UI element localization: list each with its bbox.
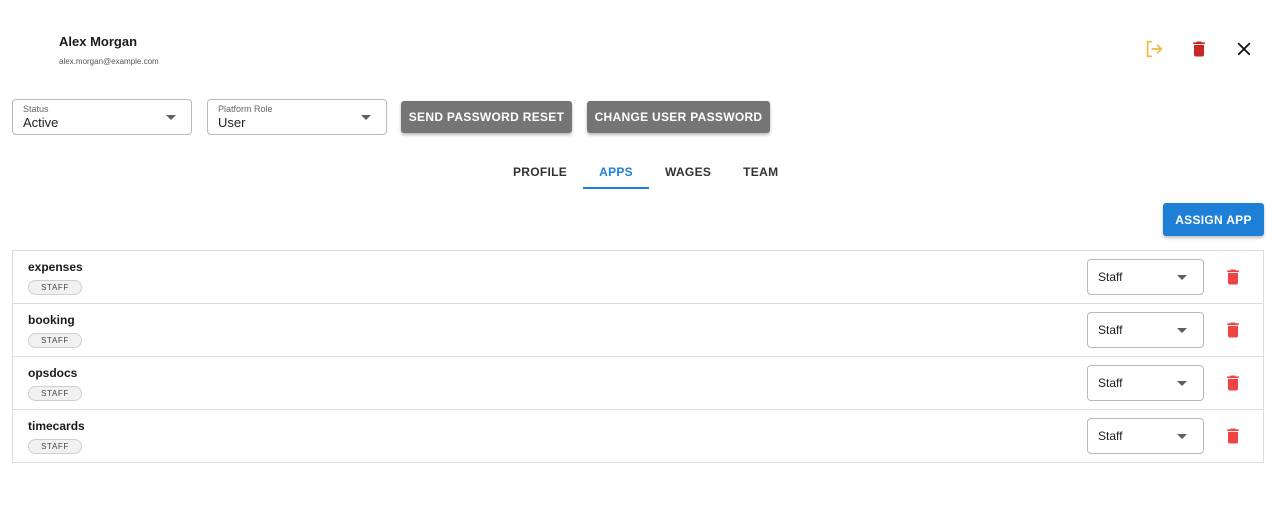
caret-down-icon — [1177, 275, 1187, 280]
app-name: expenses — [28, 260, 83, 274]
user-email: alex.morgan@example.com — [59, 57, 159, 66]
remove-app-button[interactable] — [1222, 425, 1244, 447]
list-item: timecards STAFF Staff — [13, 410, 1263, 462]
list-item: booking STAFF Staff — [13, 304, 1263, 357]
app-role-value: Staff — [1098, 270, 1123, 284]
close-icon — [1237, 42, 1251, 56]
platform-role-value: User — [218, 115, 246, 130]
caret-down-icon — [1177, 381, 1187, 386]
app-role-value: Staff — [1098, 376, 1123, 390]
list-item: opsdocs STAFF Staff — [13, 357, 1263, 410]
role-badge: STAFF — [28, 439, 82, 454]
platform-role-label: Platform Role — [218, 104, 273, 114]
app-list: expenses STAFF Staff booking STAFF Staff… — [12, 250, 1264, 463]
caret-down-icon — [361, 115, 371, 120]
tab-wages[interactable]: WAGES — [649, 155, 727, 189]
send-password-reset-button[interactable]: SEND PASSWORD RESET — [401, 101, 572, 133]
app-name: booking — [28, 313, 75, 327]
remove-app-button[interactable] — [1222, 372, 1244, 394]
app-role-select[interactable]: Staff — [1087, 312, 1204, 348]
tab-team[interactable]: TEAM — [727, 155, 794, 189]
role-badge: STAFF — [28, 386, 82, 401]
trash-icon — [1227, 428, 1239, 444]
tab-bar: PROFILE APPS WAGES TEAM — [497, 155, 794, 189]
status-select-value: Active — [23, 115, 59, 130]
remove-app-button[interactable] — [1222, 319, 1244, 341]
role-badge: STAFF — [28, 280, 82, 295]
trash-icon — [1227, 322, 1239, 338]
list-item: expenses STAFF Staff — [13, 251, 1263, 304]
platform-role-select[interactable]: Platform Role User — [207, 99, 387, 135]
app-role-select[interactable]: Staff — [1087, 365, 1204, 401]
app-role-value: Staff — [1098, 429, 1123, 443]
app-role-value: Staff — [1098, 323, 1123, 337]
remove-app-button[interactable] — [1222, 266, 1244, 288]
trash-icon — [1227, 375, 1239, 391]
logout-button[interactable] — [1143, 38, 1165, 60]
trash-icon — [1227, 269, 1239, 285]
caret-down-icon — [166, 115, 176, 120]
change-user-password-button[interactable]: CHANGE USER PASSWORD — [587, 101, 770, 133]
app-name: opsdocs — [28, 366, 78, 380]
tab-profile[interactable]: PROFILE — [497, 155, 583, 189]
tab-apps[interactable]: APPS — [583, 155, 649, 189]
status-select-label: Status — [23, 104, 49, 114]
caret-down-icon — [1177, 328, 1187, 333]
logout-icon — [1146, 40, 1163, 58]
trash-icon — [1193, 41, 1205, 57]
app-role-select[interactable]: Staff — [1087, 418, 1204, 454]
caret-down-icon — [1177, 434, 1187, 439]
status-select[interactable]: Status Active — [12, 99, 192, 135]
role-badge: STAFF — [28, 333, 82, 348]
assign-app-button[interactable]: ASSIGN APP — [1163, 203, 1264, 236]
close-button[interactable] — [1233, 38, 1255, 60]
user-name: Alex Morgan — [59, 34, 138, 49]
app-role-select[interactable]: Staff — [1087, 259, 1204, 295]
delete-user-button[interactable] — [1188, 38, 1210, 60]
app-name: timecards — [28, 419, 85, 433]
